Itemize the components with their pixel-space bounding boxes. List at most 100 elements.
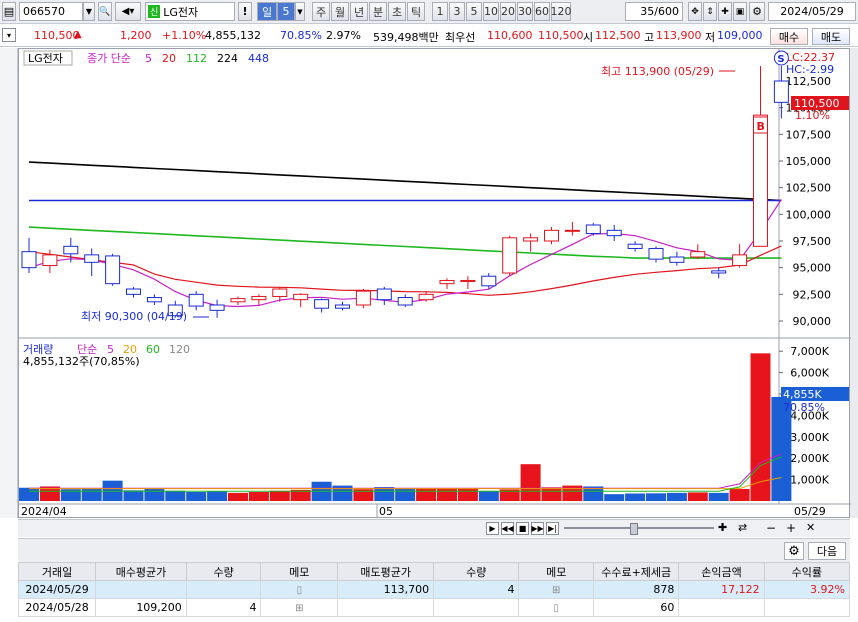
best-ask: 110,500 bbox=[538, 29, 584, 42]
toolbar: ▤ 066570 ▼ 🔍 ◀▾ 신 LG전자 ! 일 5 ▼ 주월년분초틱 135… bbox=[0, 0, 858, 24]
price-tick-label: 95,000 bbox=[793, 262, 832, 275]
num-btn-1[interactable]: 1 bbox=[432, 2, 448, 21]
period-btn-3[interactable]: 분 bbox=[369, 2, 387, 21]
zoom-slider[interactable] bbox=[564, 527, 714, 529]
best-label: 최우선 bbox=[445, 31, 476, 44]
buy-button[interactable]: 매수 bbox=[770, 28, 808, 45]
column-header[interactable]: 거래일 bbox=[17, 562, 97, 581]
column-header[interactable]: 수수료+제세금 bbox=[593, 562, 680, 581]
column-header[interactable]: 수익률 bbox=[763, 562, 851, 581]
column-header[interactable]: 매도평균가 bbox=[337, 562, 435, 581]
column-header[interactable]: 메모 bbox=[260, 562, 339, 581]
chart-area[interactable]: 112,500110,000107,500105,000102,500100,0… bbox=[18, 48, 851, 519]
table-cell: ⊞ bbox=[518, 580, 595, 599]
memo-icon[interactable]: ⊞ bbox=[295, 603, 303, 614]
x-icon[interactable]: ✕ bbox=[806, 521, 815, 534]
move-icon[interactable]: ✥ bbox=[688, 2, 702, 21]
stop-icon[interactable]: ■ bbox=[516, 522, 529, 535]
ma-legend-112: 112 bbox=[186, 52, 207, 65]
memo-icon[interactable]: ▯ bbox=[297, 585, 303, 596]
period-btn-5[interactable]: 틱 bbox=[407, 2, 425, 21]
volume-ma5-line bbox=[29, 453, 782, 489]
table-cell bbox=[678, 598, 765, 617]
scroll-left-end-icon[interactable]: ◀◀ bbox=[501, 522, 514, 535]
page-counter[interactable]: 35/600 bbox=[625, 2, 683, 21]
ma112-line bbox=[28, 226, 782, 259]
left-tool-strip bbox=[0, 48, 18, 518]
stock-code-input[interactable]: 066570 bbox=[19, 2, 83, 21]
period-btn-0[interactable]: 주 bbox=[312, 2, 330, 21]
candle-body bbox=[63, 245, 79, 255]
volume-bar bbox=[687, 492, 708, 501]
num-btn-10[interactable]: 10 bbox=[483, 2, 499, 21]
turnover-pct: 2.97% bbox=[326, 29, 361, 42]
candle-body bbox=[753, 114, 768, 247]
date-field[interactable]: 2024/05/29 bbox=[768, 2, 856, 21]
column-header[interactable]: 손익금액 bbox=[678, 562, 765, 581]
ma224-line bbox=[28, 161, 782, 202]
volume-bar bbox=[520, 464, 541, 501]
period-btn-4[interactable]: 초 bbox=[388, 2, 406, 21]
candle-body bbox=[293, 293, 309, 301]
alert-icon[interactable]: ! bbox=[238, 2, 252, 21]
candle-body bbox=[439, 279, 455, 285]
period-dropdown-icon[interactable]: ▼ bbox=[295, 2, 305, 21]
table-cell bbox=[763, 598, 851, 617]
table-cell bbox=[337, 598, 435, 617]
zoom-icon[interactable]: ⇕ bbox=[703, 2, 717, 21]
stock-name-field[interactable]: 신 LG전자 bbox=[145, 2, 235, 21]
table-row[interactable]: 2024/05/28 109,200 4 ⊞ ▯ 60 bbox=[17, 598, 851, 617]
candle-body bbox=[209, 304, 225, 311]
scroll-right-icon[interactable]: ▶ bbox=[486, 522, 499, 535]
num-btn-20[interactable]: 20 bbox=[500, 2, 516, 21]
column-header[interactable]: 메모 bbox=[518, 562, 595, 581]
num-btn-3[interactable]: 3 bbox=[449, 2, 465, 21]
memo-icon[interactable]: ▯ bbox=[553, 603, 559, 614]
zoom-out-icon[interactable]: ✚ bbox=[718, 521, 727, 534]
volume-bar bbox=[478, 490, 499, 501]
x-label-start: 2024/04 bbox=[21, 505, 67, 518]
table-row[interactable]: 2024/05/29 ▯ 113,700 4 ⊞ 878 17,122 3.92% bbox=[17, 580, 851, 599]
candle-body bbox=[314, 299, 330, 309]
period-btn-1[interactable]: 월 bbox=[331, 2, 349, 21]
period-btn-2[interactable]: 년 bbox=[350, 2, 368, 21]
gear-icon[interactable]: ⚙ bbox=[784, 542, 804, 560]
plus-icon[interactable]: + bbox=[786, 521, 796, 535]
code-dropdown-icon[interactable]: ▼ bbox=[83, 2, 95, 21]
menu-icon[interactable]: ▤ bbox=[2, 2, 16, 21]
volume-bar bbox=[165, 490, 186, 501]
num-btn-5[interactable]: 5 bbox=[466, 2, 482, 21]
column-header[interactable]: 수량 bbox=[185, 562, 262, 581]
candle-body bbox=[272, 288, 288, 297]
collapse-icon[interactable]: ▾ bbox=[2, 28, 16, 42]
crosshair-icon[interactable]: ✚ bbox=[718, 2, 732, 21]
gear-icon[interactable]: ⚙ bbox=[749, 2, 765, 21]
search-icon[interactable]: 🔍 bbox=[98, 2, 112, 21]
volume-bar bbox=[374, 487, 395, 501]
save-icon[interactable]: ▣ bbox=[733, 2, 747, 21]
num-btn-30[interactable]: 30 bbox=[517, 2, 533, 21]
sell-marker: S bbox=[777, 54, 784, 65]
candle-body bbox=[335, 304, 350, 309]
price-volume-chart[interactable]: 112,500110,000107,500105,000102,500100,0… bbox=[19, 49, 851, 519]
num-btn-120[interactable]: 120 bbox=[551, 2, 572, 21]
sound-icon[interactable]: ◀▾ bbox=[115, 2, 141, 21]
high-value: 113,900 bbox=[656, 29, 702, 42]
volume-bar bbox=[646, 493, 666, 501]
open-value: 112,500 bbox=[595, 29, 641, 42]
column-header[interactable]: 수량 bbox=[433, 562, 520, 581]
scroll-end-icon[interactable]: ▶| bbox=[546, 522, 559, 535]
column-header[interactable]: 매수평균가 bbox=[95, 562, 187, 581]
memo-icon[interactable]: ⊞ bbox=[552, 585, 560, 596]
zoom-slider-handle[interactable] bbox=[630, 523, 638, 535]
period-value[interactable]: 5 bbox=[277, 2, 295, 21]
num-btn-60[interactable]: 60 bbox=[534, 2, 550, 21]
tab-daily[interactable]: 일 bbox=[257, 2, 277, 21]
table-cell: 4 bbox=[185, 598, 262, 617]
sell-button[interactable]: 매도 bbox=[812, 28, 850, 45]
minus-icon[interactable]: − bbox=[766, 521, 776, 535]
fit-icon[interactable]: ⇄ bbox=[738, 521, 747, 534]
next-button[interactable]: 다음 bbox=[808, 542, 846, 560]
up-arrow-icon: ▲ bbox=[74, 29, 82, 40]
scroll-right-end-icon[interactable]: ▶▶ bbox=[531, 522, 544, 535]
